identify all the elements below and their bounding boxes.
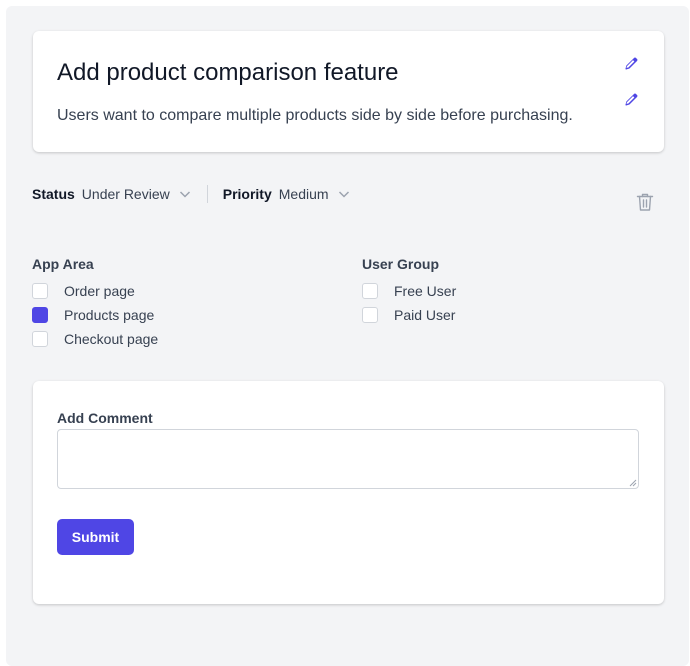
app-area-group: App Area Order page Products page Checkout… [32,256,158,351]
checkbox[interactable] [362,307,378,323]
divider [206,185,208,203]
priority-label: Priority [222,186,272,202]
pencil-icon [623,56,639,77]
chevron-down-icon [178,187,192,201]
add-comment-label: Add Comment [57,410,153,426]
chevron-down-icon [337,187,351,201]
option-label: Checkout page [64,331,159,347]
user-group-title: User Group [362,256,440,272]
option-label: Paid User [394,307,456,323]
priority-dropdown[interactable]: Medium [272,186,351,202]
edit-description-button[interactable] [621,92,641,112]
edit-title-button[interactable] [621,56,641,76]
resize-handle-icon[interactable] [629,479,637,487]
priority-value: Medium [278,186,329,202]
option-label: Order page [64,283,135,299]
status-value: Under Review [81,186,170,202]
app-area-option[interactable]: Order page [32,279,158,303]
checkbox[interactable] [32,283,48,299]
trash-icon [636,193,654,216]
comment-card: Add Comment Submit [33,381,664,604]
option-label: Free User [394,283,457,299]
feature-description: Users want to compare multiple products … [57,107,573,124]
feature-title-card: Add product comparison feature Users wan… [33,31,664,152]
user-group-option[interactable]: Free User [362,279,456,303]
user-group-group: User Group Free User Paid User [362,256,456,327]
feature-title: Add product comparison feature [57,59,399,86]
submit-button[interactable]: Submit [57,519,134,555]
delete-button[interactable] [636,192,656,212]
feature-detail-panel: Add product comparison feature Users wan… [6,6,689,666]
checkbox[interactable] [32,307,48,323]
app-area-option[interactable]: Checkout page [32,327,158,351]
app-area-title: App Area [32,256,94,272]
comment-textarea[interactable] [57,429,639,489]
checkbox[interactable] [32,331,48,347]
status-priority-row: Status Under Review Priority Medium [32,184,351,204]
user-group-option[interactable]: Paid User [362,303,456,327]
app-area-option[interactable]: Products page [32,303,158,327]
checkbox[interactable] [362,283,378,299]
option-label: Products page [64,307,155,323]
status-dropdown[interactable]: Under Review [75,186,192,202]
pencil-icon [623,92,639,113]
status-label: Status [32,186,75,202]
